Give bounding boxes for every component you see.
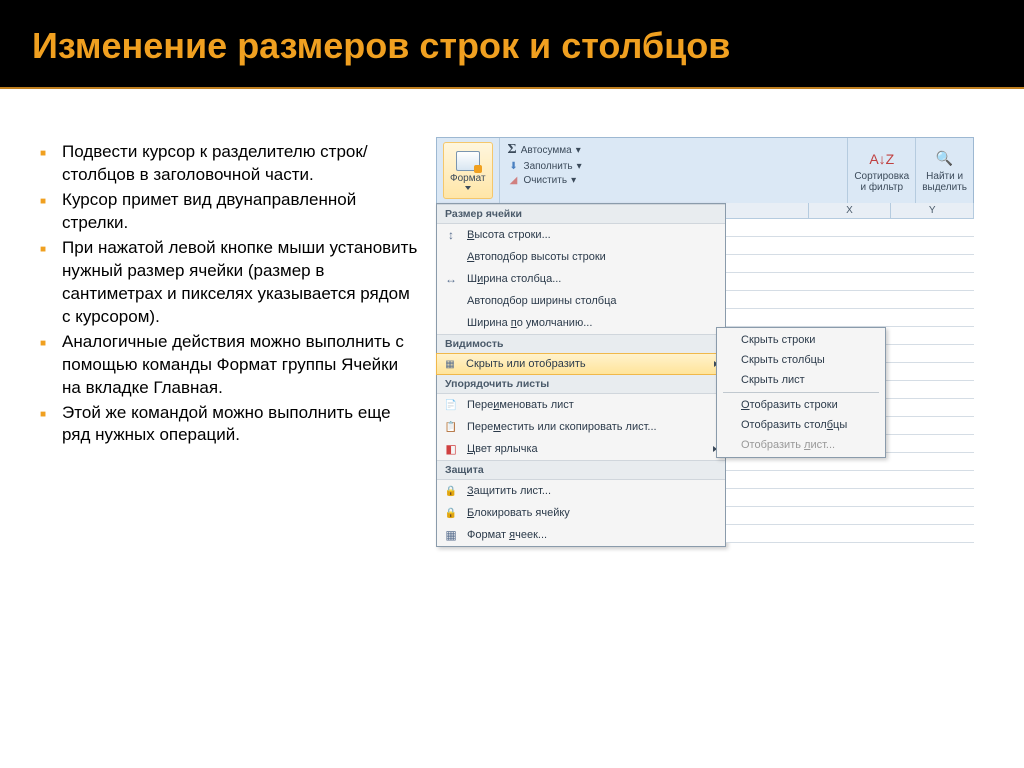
menu-item-tab-color[interactable]: Цвет ярлычка <box>437 438 725 460</box>
clear-button[interactable]: ◢Очистить ▾ <box>508 174 840 186</box>
list-item: ■Подвести курсор к разделителю строк/сто… <box>40 141 420 187</box>
menu-item-auto-col[interactable]: Автоподбор ширины столбца <box>437 290 725 312</box>
format-group: Формат <box>437 138 500 203</box>
menu-item-move[interactable]: Переместить или скопировать лист... <box>437 416 725 438</box>
format-dropdown: Размер ячейки Высота строки... Автоподбо… <box>436 203 726 547</box>
menu-item-lock-cell[interactable]: Блокировать ячейку <box>437 502 725 524</box>
fill-button[interactable]: ⬇Заполнить ▾ <box>508 160 840 172</box>
move-icon <box>443 419 459 435</box>
cells-icon <box>443 527 459 543</box>
fill-icon: ⬇ <box>508 160 520 172</box>
sheet-icon <box>443 397 459 413</box>
bullet-icon: ■ <box>40 243 46 329</box>
content-area: ■Подвести курсор к разделителю строк/сто… <box>0 89 1024 449</box>
menu-section: Защита <box>437 460 725 480</box>
hide-show-submenu: Скрыть строки Скрыть столбцы Скрыть лист… <box>716 327 886 458</box>
editing-group: ΣАвтосумма ▾ ⬇Заполнить ▾ ◢Очистить ▾ <box>500 138 849 203</box>
menu-section: Видимость <box>437 334 725 354</box>
submenu-hide-rows[interactable]: Скрыть строки <box>719 330 883 350</box>
menu-item-row-height[interactable]: Высота строки... <box>437 224 725 246</box>
menu-item-hide-show[interactable]: Скрыть или отобразить <box>436 353 726 375</box>
lock-icon <box>443 505 459 521</box>
bullet-icon: ■ <box>40 408 46 448</box>
menu-item-format-cells[interactable]: Формат ячеек... <box>437 524 725 546</box>
submenu-show-sheet: Отобразить лист... <box>719 435 883 455</box>
menu-item-default-width[interactable]: Ширина по умолчанию... <box>437 312 725 334</box>
autosum-button[interactable]: ΣАвтосумма ▾ <box>508 142 840 158</box>
column-header[interactable]: Y <box>891 203 974 218</box>
format-icon <box>456 151 480 171</box>
col-width-icon <box>443 271 459 287</box>
row-height-icon <box>443 227 459 243</box>
lock-icon <box>443 483 459 499</box>
binoculars-icon: 🔍 <box>935 149 955 169</box>
bullet-icon: ■ <box>40 195 46 235</box>
excel-screenshot: Формат ΣАвтосумма ▾ ⬇Заполнить ▾ ◢Очисти… <box>436 137 974 547</box>
submenu-hide-cols[interactable]: Скрыть столбцы <box>719 350 883 370</box>
menu-item-col-width[interactable]: Ширина столбца... <box>437 268 725 290</box>
format-button[interactable]: Формат <box>443 142 493 199</box>
list-item: ■Курсор примет вид двунаправленной стрел… <box>40 189 420 235</box>
submenu-show-rows[interactable]: Отобразить строки <box>719 395 883 415</box>
column-header[interactable]: X <box>809 203 892 218</box>
list-item: ■Аналогичные действия можно выполнить с … <box>40 331 420 400</box>
chevron-down-icon <box>465 186 471 190</box>
sort-icon: A↓Z <box>872 149 892 169</box>
ribbon: Формат ΣАвтосумма ▾ ⬇Заполнить ▾ ◢Очисти… <box>436 137 974 203</box>
slide-title: Изменение размеров строк и столбцов <box>32 24 992 67</box>
menu-separator <box>723 392 879 393</box>
menu-item-rename[interactable]: Переименовать лист <box>437 394 725 416</box>
bullet-list: ■Подвести курсор к разделителю строк/сто… <box>40 113 420 449</box>
sort-group[interactable]: A↓Z Сортировка и фильтр <box>848 138 916 203</box>
bullet-icon: ■ <box>40 147 46 187</box>
submenu-show-cols[interactable]: Отобразить столбцы <box>719 415 883 435</box>
menu-section: Упорядочить листы <box>437 374 725 394</box>
sigma-icon: Σ <box>508 142 517 158</box>
eraser-icon: ◢ <box>508 174 520 186</box>
menu-item-auto-row[interactable]: Автоподбор высоты строки <box>437 246 725 268</box>
menu-section: Размер ячейки <box>437 204 725 224</box>
screenshot-area: Формат ΣАвтосумма ▾ ⬇Заполнить ▾ ◢Очисти… <box>436 113 1004 449</box>
hide-icon <box>442 356 458 372</box>
submenu-hide-sheet[interactable]: Скрыть лист <box>719 370 883 390</box>
list-item: ■Этой же командой можно выполнить еще ря… <box>40 402 420 448</box>
color-icon <box>443 441 459 457</box>
list-item: ■При нажатой левой кнопке мыши установит… <box>40 237 420 329</box>
find-group[interactable]: 🔍 Найти и выделить <box>916 138 973 203</box>
menu-item-protect[interactable]: Защитить лист... <box>437 480 725 502</box>
slide-header: Изменение размеров строк и столбцов <box>0 0 1024 87</box>
bullet-icon: ■ <box>40 337 46 400</box>
